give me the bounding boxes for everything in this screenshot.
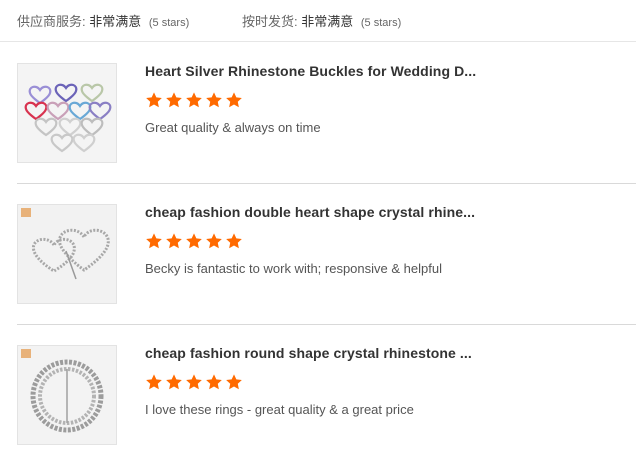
star-icon (206, 233, 222, 249)
review-comment: Great quality & always on time (145, 120, 321, 135)
review-item: cheap fashion double heart shape crystal… (0, 184, 636, 325)
supplier-service-rating: 供应商服务: 非常满意 (5 stars) (17, 11, 189, 30)
star-icon (166, 233, 182, 249)
rating-summary-bar: 供应商服务: 非常满意 (5 stars) 按时发货: 非常满意 (5 star… (0, 0, 636, 42)
star-icon (226, 233, 242, 249)
star-icon (186, 374, 202, 390)
star-rating (145, 91, 243, 111)
shipping-stars: (5 stars) (360, 17, 402, 29)
shipping-rating: 按时发货: 非常满意 (5 stars) (242, 11, 401, 30)
review-item: Heart Silver Rhinestone Buckles for Wedd… (0, 43, 636, 184)
round-rhinestone-ring-photo (18, 346, 116, 444)
supplier-service-value: 非常满意 (89, 14, 142, 29)
star-icon (186, 92, 202, 108)
star-icon (146, 233, 162, 249)
star-icon (186, 233, 202, 249)
review-product-title[interactable]: Heart Silver Rhinestone Buckles for Wedd… (145, 63, 476, 79)
review-product-title[interactable]: cheap fashion double heart shape crystal… (145, 204, 475, 220)
star-icon (226, 92, 242, 108)
supplier-service-stars: (5 stars) (148, 17, 190, 29)
colored-heart-buckles-photo (18, 64, 116, 162)
star-icon (146, 374, 162, 390)
review-item: cheap fashion round shape crystal rhines… (0, 325, 636, 450)
star-icon (166, 92, 182, 108)
review-comment: I love these rings - great quality & a g… (145, 402, 414, 417)
star-icon (146, 92, 162, 108)
star-icon (226, 374, 242, 390)
shipping-value: 非常满意 (301, 14, 354, 29)
product-thumbnail[interactable] (17, 204, 117, 304)
double-heart-buckle-photo (18, 205, 116, 303)
review-comment: Becky is fantastic to work with; respons… (145, 261, 442, 276)
product-thumbnail[interactable] (17, 63, 117, 163)
shipping-label: 按时发货: (242, 14, 298, 29)
star-icon (206, 374, 222, 390)
star-icon (166, 374, 182, 390)
product-thumbnail[interactable] (17, 345, 117, 445)
star-rating (145, 232, 243, 252)
star-rating (145, 373, 243, 393)
review-product-title[interactable]: cheap fashion round shape crystal rhines… (145, 345, 472, 361)
star-icon (206, 92, 222, 108)
supplier-service-label: 供应商服务: (17, 14, 86, 29)
